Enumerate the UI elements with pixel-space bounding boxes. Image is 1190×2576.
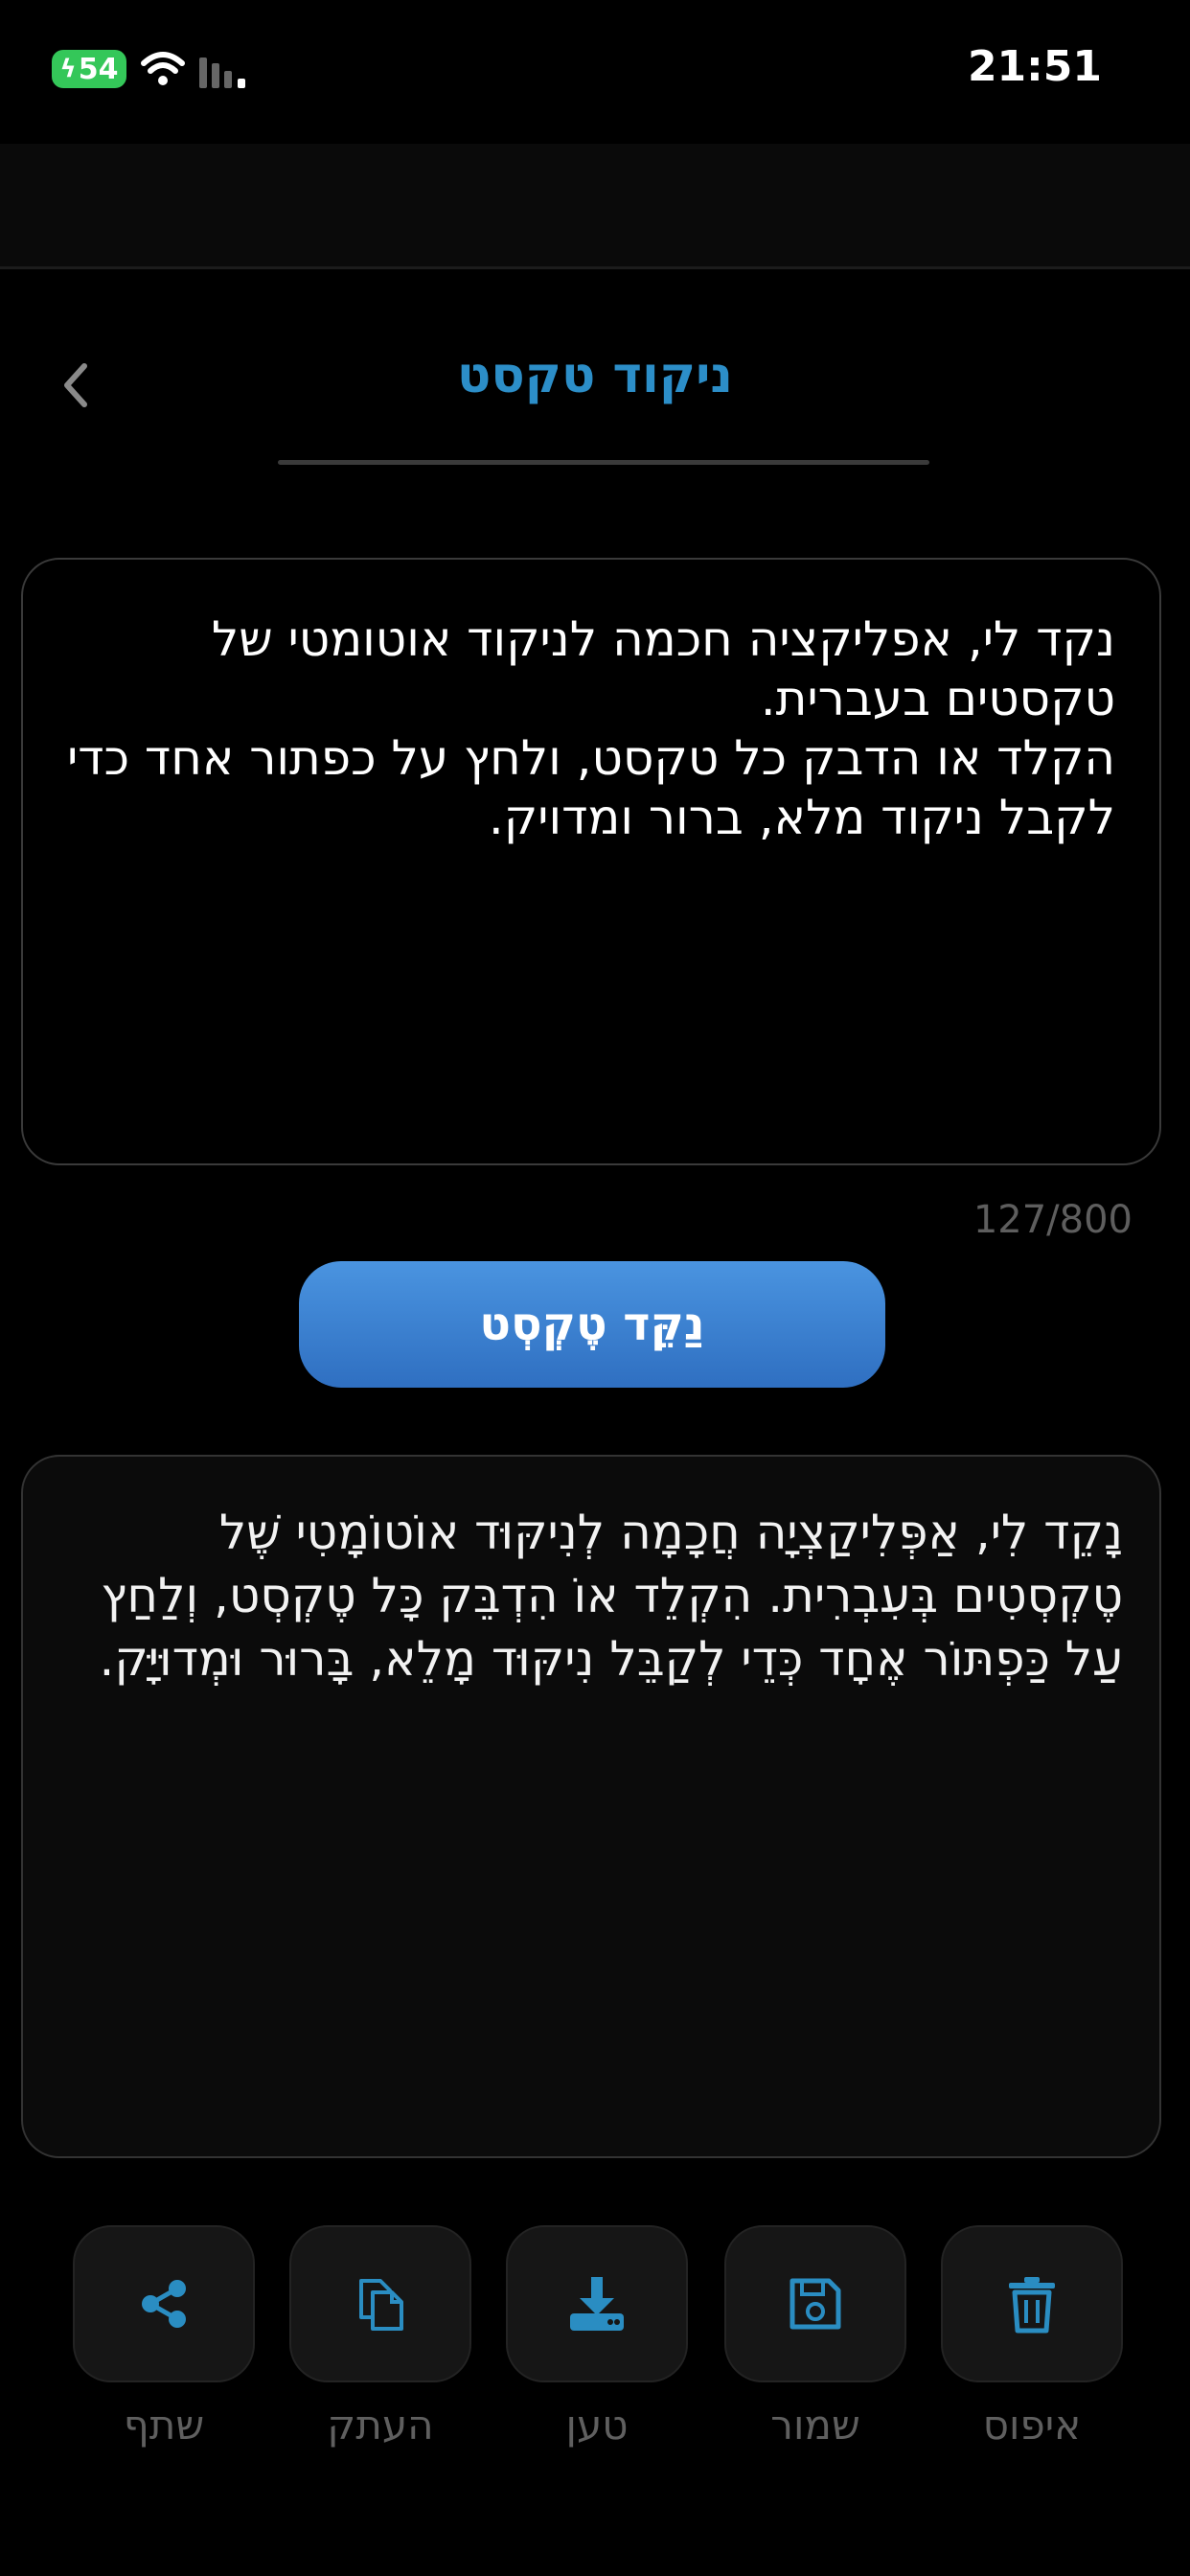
floppy-disk-icon [790,2278,841,2330]
input-text[interactable]: נקד לי, אפליקציה חכמה לניקוד אוטומטי של … [61,610,1115,847]
share-label: שתף [123,2402,205,2449]
download-icon [570,2277,624,2331]
wifi-icon [141,52,185,85]
trash-icon [1009,2277,1055,2334]
status-time: 21:51 [967,42,1102,91]
title-underline [278,460,929,465]
nakdan-text-button[interactable]: נַקֵּד טֶקְסְט [299,1261,885,1388]
copy-label: העתק [327,2402,434,2449]
save-label: שמור [770,2402,860,2449]
save-button[interactable] [724,2225,906,2382]
character-counter: 127/800 [973,1198,1133,1242]
battery-indicator: ϟ 54 [52,50,126,88]
load-label: טען [565,2402,629,2449]
header-band [0,144,1190,269]
output-text: נָקֵד לִי, אַפְּלִיקַצְיָה חֲכָמָה לְנִי… [85,1505,1123,1687]
copy-button[interactable] [289,2225,471,2382]
share-button[interactable] [73,2225,255,2382]
copy-icon [359,2279,403,2331]
charging-bolt-icon: ϟ [59,55,77,83]
page-title: ניקוד טקסט [457,347,733,404]
reset-label: איפוס [982,2402,1082,2449]
reset-button[interactable] [941,2225,1123,2382]
share-icon [142,2280,186,2328]
battery-level: 54 [78,52,119,86]
cellular-signal-icon [199,58,245,88]
load-button[interactable] [506,2225,688,2382]
